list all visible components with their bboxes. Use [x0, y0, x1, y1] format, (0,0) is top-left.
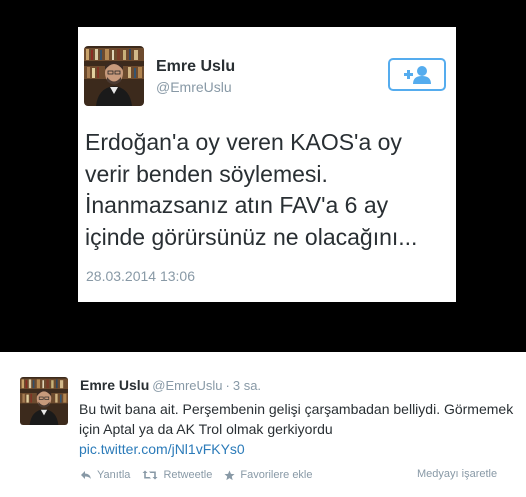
embedded-tweet-text: Erdoğan'a oy veren KAOS'a oy verir bende… — [85, 129, 418, 250]
add-user-icon — [404, 65, 431, 84]
tweet-header: Emre Uslu @EmreUslu · 3 sa. — [80, 377, 261, 395]
favorite-button[interactable]: Favorilere ekle — [224, 469, 313, 481]
reply-icon — [81, 471, 91, 479]
embedded-tweet-timestamp: 28.03.2014 13:06 — [86, 268, 195, 284]
tweet-actions: Yanıtla Retweetle Favorilere ekle — [80, 469, 325, 481]
embedded-tweet-card: Emre Uslu @EmreUslu Erdoğan'a oy veren K… — [78, 27, 456, 302]
tweet-media-link[interactable]: pic.twitter.com/jNl1vFKYs0 — [79, 439, 519, 459]
header-separator: · — [225, 378, 230, 393]
retweet-button[interactable]: Retweetle — [142, 469, 212, 481]
star-icon — [224, 469, 235, 480]
reply-button[interactable]: Yanıtla — [80, 469, 130, 481]
embedded-author-avatar — [84, 46, 144, 106]
retweet-icon — [142, 470, 158, 480]
author-avatar[interactable] — [20, 377, 68, 425]
tweet-timestamp[interactable]: 3 sa. — [233, 378, 261, 393]
follow-button — [388, 58, 446, 91]
embedded-author-handle: @EmreUslu — [156, 79, 232, 95]
tweet-text: Bu twit bana ait. Perşembenin gelişi çar… — [79, 399, 519, 459]
author-handle[interactable]: @EmreUslu — [152, 378, 222, 393]
author-name[interactable]: Emre Uslu — [80, 377, 149, 393]
embedded-author-name: Emre Uslu — [156, 58, 236, 75]
reply-label: Yanıtla — [97, 469, 131, 481]
tweet-media-image[interactable]: Emre Uslu @EmreUslu Erdoğan'a oy veren K… — [0, 0, 526, 352]
favorite-label: Favorilere ekle — [240, 469, 313, 481]
tweet-body: Bu twit bana ait. Perşembenin gelişi çar… — [79, 401, 514, 437]
flag-media-link[interactable]: Medyayı işaretle — [417, 468, 497, 480]
retweet-label: Retweetle — [163, 469, 213, 481]
